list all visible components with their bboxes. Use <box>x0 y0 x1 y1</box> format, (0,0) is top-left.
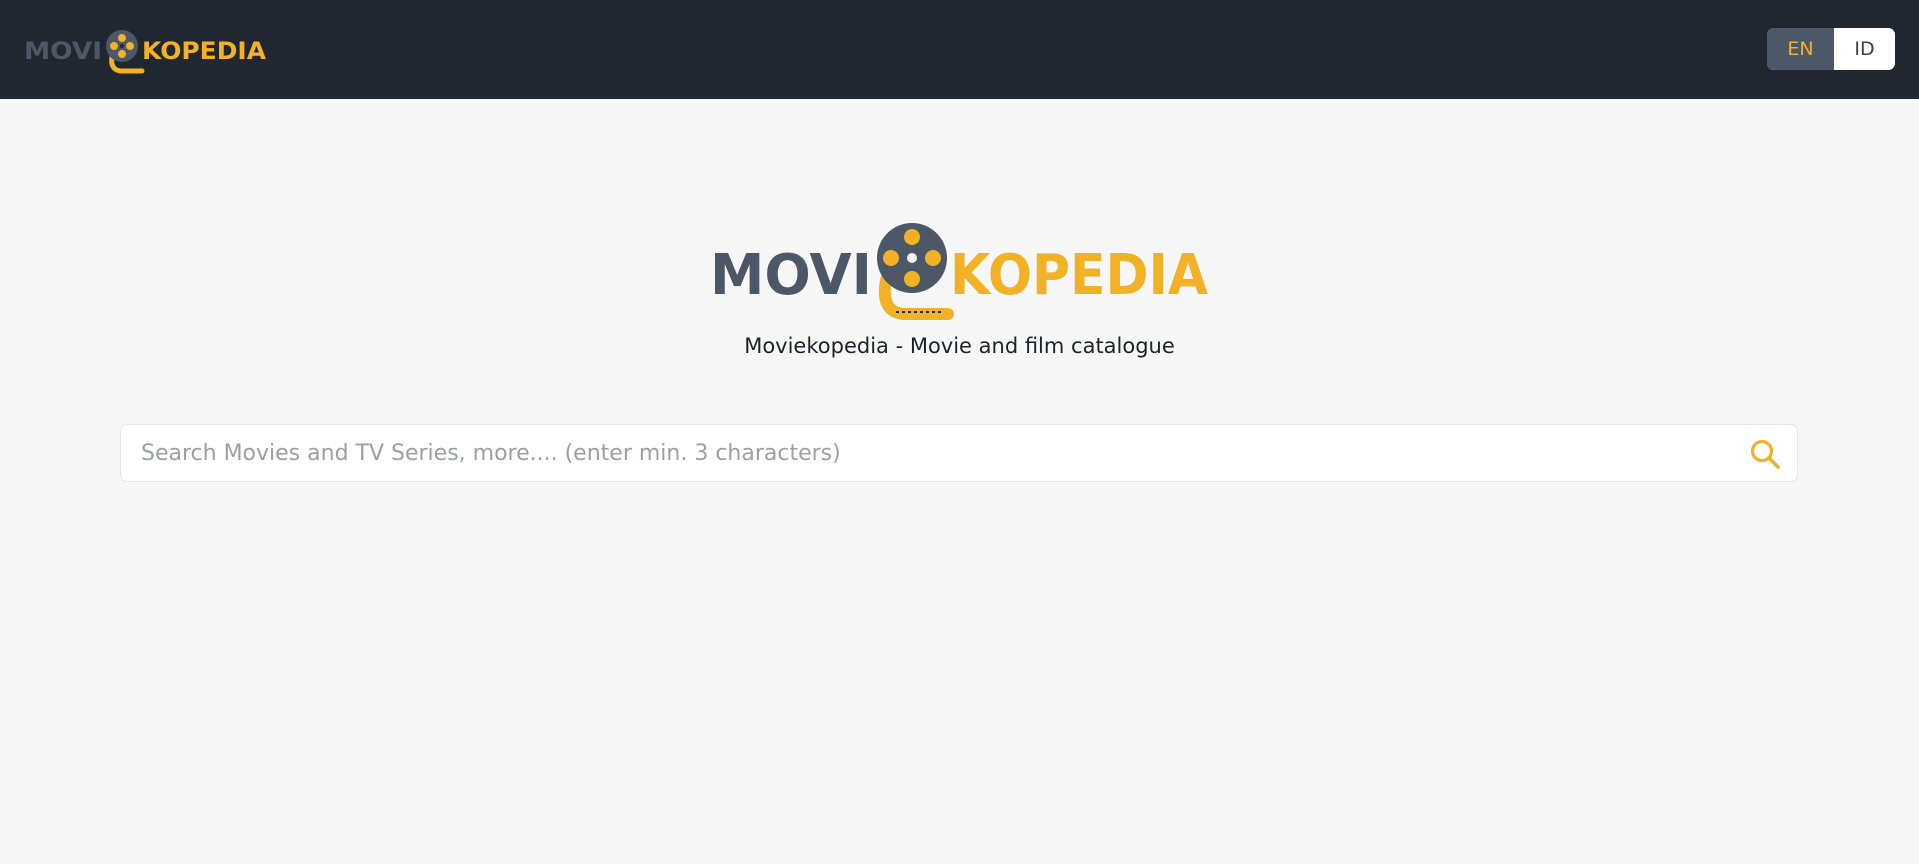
header-logo[interactable]: MOVI KOPEDIA <box>24 21 270 75</box>
film-reel-icon: MOVI KOPEDIA <box>710 223 1209 320</box>
site-tagline: Moviekopedia - Movie and film catalogue <box>744 334 1175 358</box>
hero-logo: MOVI KOPEDIA <box>708 218 1212 326</box>
search-input[interactable] <box>141 425 1721 481</box>
film-reel-icon: MOVI KOPEDIA <box>24 30 266 74</box>
hero-logo-text-right: KOPEDIA <box>950 243 1209 308</box>
search-bar <box>120 424 1798 482</box>
logo-text-right: KOPEDIA <box>142 37 266 65</box>
language-switcher: EN ID <box>1767 28 1895 70</box>
hero-logo-text-left: MOVI <box>710 243 872 308</box>
top-navbar: MOVI KOPEDIA EN ID <box>0 0 1919 99</box>
search-icon <box>1750 439 1780 469</box>
language-en-button[interactable]: EN <box>1767 28 1834 70</box>
language-id-button[interactable]: ID <box>1834 28 1895 70</box>
logo-text-left: MOVI <box>24 37 102 65</box>
search-button[interactable] <box>1747 436 1783 472</box>
